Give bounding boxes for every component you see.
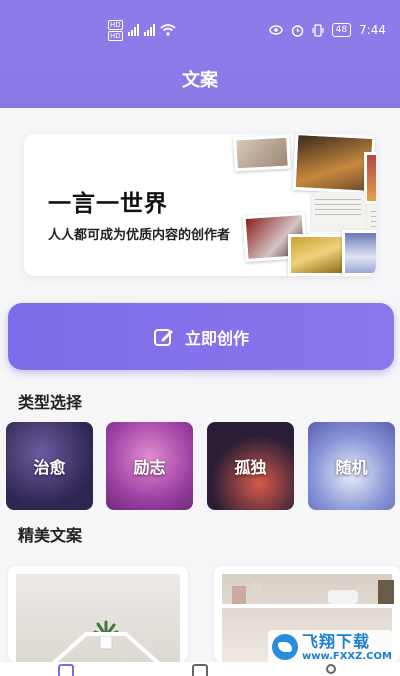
hero-banner[interactable]: 一言一世界 人人都可成为优质内容的创作者	[24, 134, 376, 276]
collage-photo	[342, 230, 376, 276]
bottom-nav	[0, 662, 400, 676]
alarm-icon	[291, 24, 303, 37]
status-time: 7:44	[359, 23, 386, 37]
watermark-text: 飞翔下载	[302, 631, 371, 651]
edit-icon	[153, 328, 173, 346]
collage-text-card	[366, 204, 376, 232]
category-label: 治愈	[33, 458, 66, 477]
featured-section-title: 精美文案	[18, 526, 83, 545]
collage-photo	[288, 234, 346, 276]
featured-card[interactable]	[8, 566, 188, 662]
banner-photo-collage	[214, 134, 376, 276]
hd-badge-1: HD	[108, 19, 123, 30]
category-list: 治愈 励志 孤独 随机	[6, 422, 398, 510]
category-random[interactable]: 随机	[308, 422, 395, 510]
shelf-items-illustration	[232, 580, 394, 604]
collage-text-card	[310, 192, 366, 232]
eye-icon	[268, 25, 283, 35]
signal-icon-2	[143, 24, 155, 36]
create-now-label: 立即创作	[184, 328, 249, 348]
profile-icon[interactable]	[326, 664, 336, 674]
watermark-url: www.FXXZ.COM	[302, 650, 392, 662]
site-watermark: 飞翔下载 www.FXXZ.COM	[268, 630, 392, 664]
shelf-frame-illustration	[51, 632, 161, 662]
shelf-illustration	[222, 604, 392, 608]
banner-headline: 一言一世界	[48, 190, 168, 217]
status-bar-left: HD HD	[108, 16, 176, 44]
category-label: 励志	[133, 458, 166, 477]
collage-photo	[233, 134, 291, 172]
category-label: 孤独	[234, 458, 267, 477]
category-label: 随机	[335, 458, 368, 477]
status-bar-right: 48 7:44	[268, 16, 386, 44]
banner-subline: 人人都可成为优质内容的创作者	[48, 228, 231, 243]
home-icon[interactable]	[58, 664, 74, 676]
category-inspiration[interactable]: 励志	[106, 422, 193, 510]
status-bar: HD HD 48 7:44	[0, 16, 400, 44]
list-icon[interactable]	[192, 664, 208, 676]
vibrate-icon	[311, 23, 324, 37]
battery-icon: 48	[331, 23, 352, 37]
banner-text: 一言一世界 人人都可成为优质内容的创作者	[48, 184, 230, 243]
category-section-title: 类型选择	[18, 393, 83, 412]
category-loneliness[interactable]: 孤独	[207, 422, 294, 510]
wifi-icon	[160, 24, 176, 36]
watermark-logo-icon	[272, 634, 298, 660]
signal-icon	[127, 24, 139, 36]
category-healing[interactable]: 治愈	[6, 422, 93, 510]
hd-badge-2: HD	[108, 30, 123, 41]
featured-card-image	[16, 574, 180, 662]
app-header: HD HD 48 7:44 文案	[0, 0, 400, 108]
page-title: 文案	[182, 70, 218, 91]
create-now-button[interactable]: 立即创作	[8, 303, 394, 370]
